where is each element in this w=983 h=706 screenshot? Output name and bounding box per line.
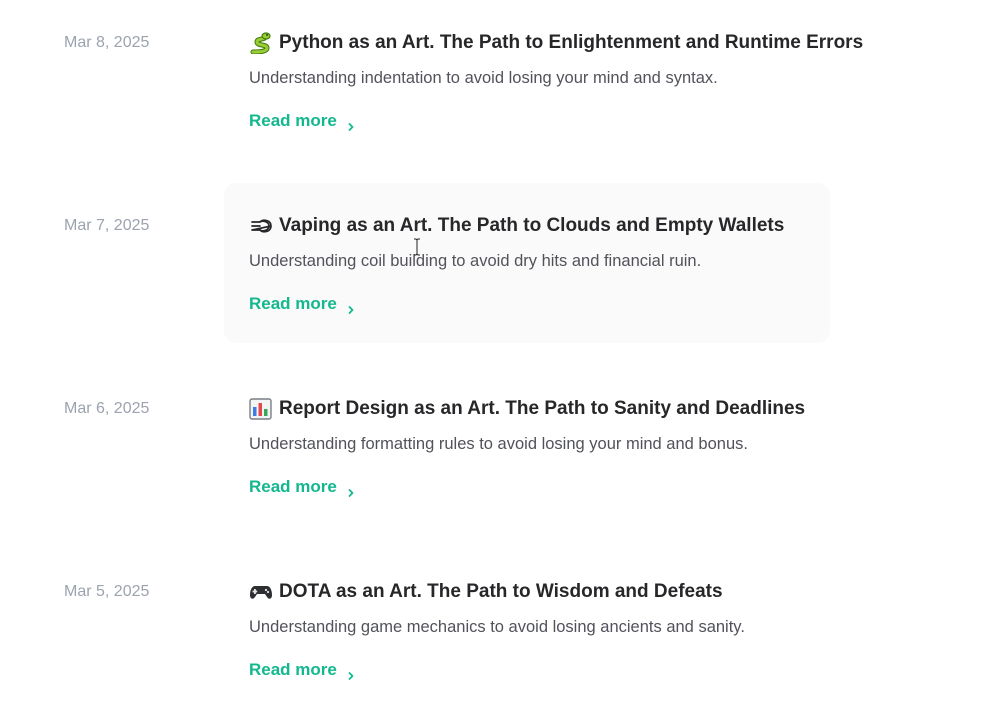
read-more-link[interactable]: Read more xyxy=(249,293,356,315)
read-more-label: Read more xyxy=(249,660,337,679)
read-more-label: Read more xyxy=(249,111,337,130)
chevron-right-icon xyxy=(346,482,356,497)
read-more-link[interactable]: Read more xyxy=(249,476,356,498)
post-title-text: DOTA as an Art. The Path to Wisdom and D… xyxy=(279,581,723,602)
post-description: Understanding coil building to avoid dry… xyxy=(249,252,702,270)
read-more-link[interactable]: Read more xyxy=(249,659,356,681)
text-cursor-icon xyxy=(413,238,421,256)
post-date: Mar 8, 2025 xyxy=(64,34,150,51)
post-title[interactable]: Report Design as an Art. The Path to San… xyxy=(249,397,805,421)
post-date: Mar 6, 2025 xyxy=(64,400,150,417)
post-date: Mar 5, 2025 xyxy=(64,583,150,600)
dashing-away-icon xyxy=(249,215,273,237)
game-controller-icon xyxy=(249,581,273,603)
read-more-link[interactable]: Read more xyxy=(249,110,356,132)
chevron-right-icon xyxy=(346,116,356,131)
snake-icon xyxy=(249,32,273,55)
post-date: Mar 7, 2025 xyxy=(64,217,150,234)
bar-chart-icon xyxy=(249,398,273,420)
chevron-right-icon xyxy=(346,665,356,680)
post-title-text: Vaping as an Art. The Path to Clouds and… xyxy=(279,215,785,236)
chevron-right-icon xyxy=(346,299,356,314)
post-description: Understanding indentation to avoid losin… xyxy=(249,69,718,87)
post-title[interactable]: DOTA as an Art. The Path to Wisdom and D… xyxy=(249,580,723,604)
read-more-label: Read more xyxy=(249,477,337,496)
read-more-label: Read more xyxy=(249,294,337,313)
post-title[interactable]: Python as an Art. The Path to Enlightenm… xyxy=(249,31,863,55)
post-description: Understanding formatting rules to avoid … xyxy=(249,435,748,453)
post-title-text: Python as an Art. The Path to Enlightenm… xyxy=(279,32,864,53)
post-title[interactable]: Vaping as an Art. The Path to Clouds and… xyxy=(249,214,784,238)
post-title-text: Report Design as an Art. The Path to San… xyxy=(279,398,806,419)
post-description: Understanding game mechanics to avoid lo… xyxy=(249,618,745,636)
